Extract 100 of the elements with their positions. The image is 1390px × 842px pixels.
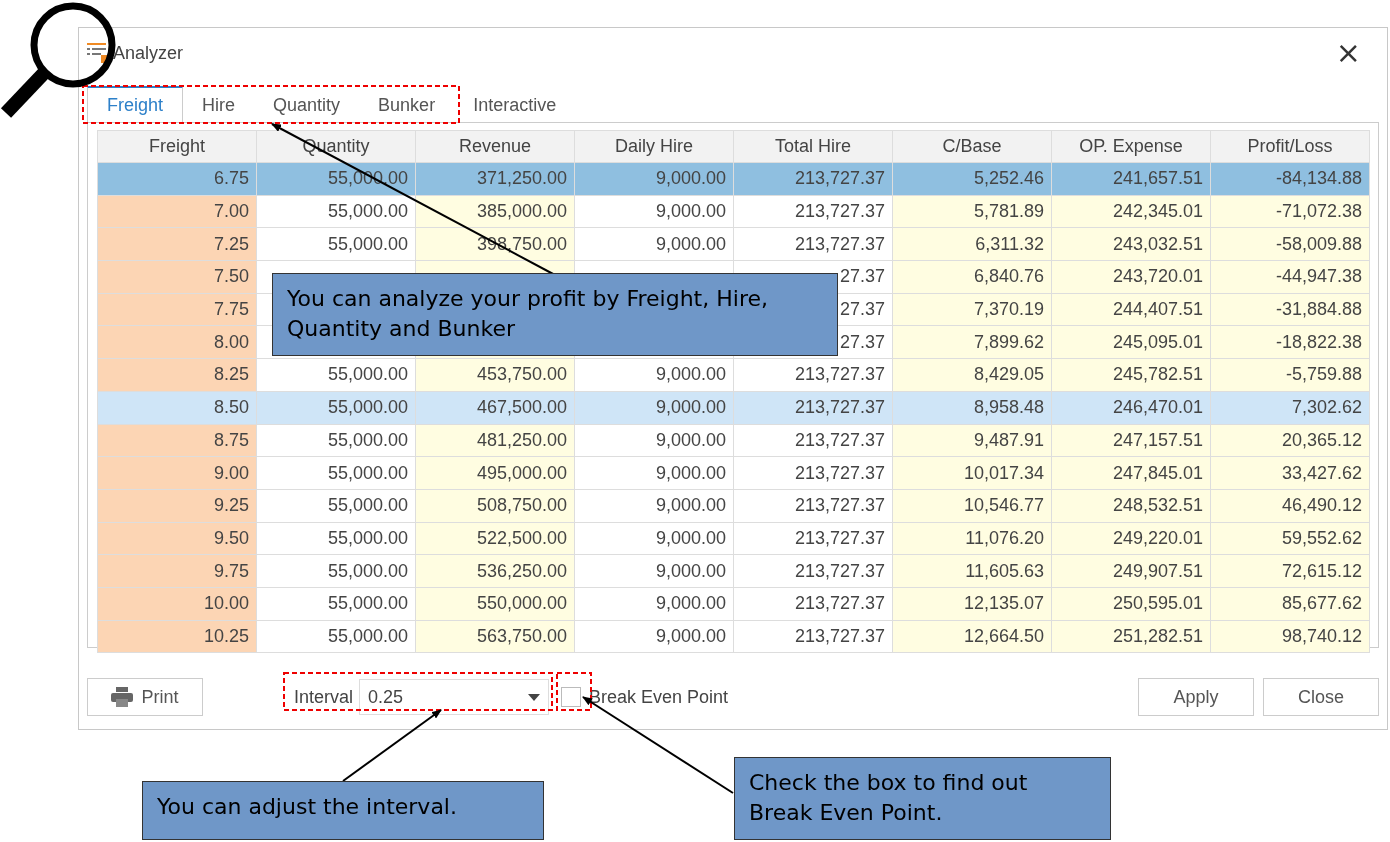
column-header: Profit/Loss xyxy=(1210,130,1370,163)
table-row[interactable]: 8.25 55,000.00 453,750.00 9,000.00 213,727.37 8,429.05 245,782.51 -5,759.88 xyxy=(97,358,1370,392)
table-cell: 467,500.00 xyxy=(415,391,575,424)
table-cell: 213,727.37 xyxy=(733,620,893,653)
table-cell: 247,845.01 xyxy=(1051,456,1211,490)
table-cell: 8,958.48 xyxy=(892,391,1052,424)
tab[interactable]: Freight xyxy=(87,86,184,122)
table-cell: 243,720.01 xyxy=(1051,260,1211,294)
table-cell: 213,727.37 xyxy=(733,554,893,588)
checkbox[interactable] xyxy=(561,687,582,707)
table-cell: 55,000.00 xyxy=(256,456,416,490)
column-header: Revenue xyxy=(415,130,575,163)
close-button[interactable]: × xyxy=(1331,38,1365,68)
table-cell: 9,000.00 xyxy=(574,227,734,261)
table-cell: 241,657.51 xyxy=(1051,162,1211,196)
table-cell: 55,000.00 xyxy=(256,424,416,457)
table-row[interactable]: 9.50 55,000.00 522,500.00 9,000.00 213,727.37 11,076.20 249,220.01 59,552.62 xyxy=(97,522,1370,555)
print-button[interactable]: Print xyxy=(87,678,203,716)
table-cell: 8.75 xyxy=(97,424,257,457)
table-cell: 245,782.51 xyxy=(1051,358,1211,392)
table-cell: 242,345.01 xyxy=(1051,195,1211,228)
apply-button[interactable]: Apply xyxy=(1138,678,1254,716)
table-row[interactable]: 8.50 55,000.00 467,500.00 9,000.00 213,727.37 8,958.48 246,470.01 7,302.62 xyxy=(97,391,1370,424)
table-cell: 213,727.37 xyxy=(733,587,893,621)
table-cell: 536,250.00 xyxy=(415,554,575,588)
table-cell: 55,000.00 xyxy=(256,227,416,261)
table-cell: 9,000.00 xyxy=(574,162,734,196)
table-row[interactable]: 7.00 55,000.00 385,000.00 9,000.00 213,727.37 5,781.89 242,345.01 -71,072.38 xyxy=(97,195,1370,228)
table-cell: 55,000.00 xyxy=(256,522,416,555)
tab[interactable]: Bunker xyxy=(359,86,455,122)
interval-dropdown[interactable]: 0.25 xyxy=(359,679,550,715)
table-cell: 55,000.00 xyxy=(256,358,416,392)
tab[interactable]: Interactive xyxy=(454,86,576,122)
callout-text: You can adjust the interval. xyxy=(157,794,457,819)
table-cell: 8.50 xyxy=(97,391,257,424)
table-cell: 250,595.01 xyxy=(1051,587,1211,621)
tab[interactable]: Hire xyxy=(183,86,255,122)
close-button[interactable]: Close xyxy=(1263,678,1379,716)
table-cell: 481,250.00 xyxy=(415,424,575,457)
table-cell: 9.25 xyxy=(97,489,257,523)
column-header: Total Hire xyxy=(733,130,893,163)
table-cell: 7.50 xyxy=(97,260,257,294)
table-cell: 59,552.62 xyxy=(1210,522,1370,555)
table-cell: 10,017.34 xyxy=(892,456,1052,490)
table-cell: 213,727.37 xyxy=(733,195,893,228)
table-cell: -71,072.38 xyxy=(1210,195,1370,228)
table-cell: 8.00 xyxy=(97,325,257,359)
column-header: Daily Hire xyxy=(574,130,734,163)
table-cell: 10.00 xyxy=(97,587,257,621)
table-row[interactable]: 9.25 55,000.00 508,750.00 9,000.00 213,727.37 10,546.77 248,532.51 46,490.12 xyxy=(97,489,1370,523)
table-cell: 55,000.00 xyxy=(256,391,416,424)
table-cell: 6.75 xyxy=(97,162,257,196)
table-cell: 55,000.00 xyxy=(256,554,416,588)
table-cell: 213,727.37 xyxy=(733,522,893,555)
table-cell: 12,664.50 xyxy=(892,620,1052,653)
table-cell: 213,727.37 xyxy=(733,456,893,490)
table-cell: -31,884.88 xyxy=(1210,293,1370,326)
table-cell: 9,000.00 xyxy=(574,391,734,424)
table-row[interactable]: 10.00 55,000.00 550,000.00 9,000.00 213,727.37 12,135.07 250,595.01 85,677.62 xyxy=(97,587,1370,621)
table-cell: 55,000.00 xyxy=(256,195,416,228)
table-cell: 246,470.01 xyxy=(1051,391,1211,424)
table-cell: 46,490.12 xyxy=(1210,489,1370,523)
table-cell: 243,032.51 xyxy=(1051,227,1211,261)
table-cell: 453,750.00 xyxy=(415,358,575,392)
table-cell: 10,546.77 xyxy=(892,489,1052,523)
table-cell: 9.50 xyxy=(97,522,257,555)
table-cell: 85,677.62 xyxy=(1210,587,1370,621)
table-cell: 550,000.00 xyxy=(415,587,575,621)
table-row[interactable]: 10.25 55,000.00 563,750.00 9,000.00 213,727.37 12,664.50 251,282.51 98,740.12 xyxy=(97,620,1370,653)
table-cell: 6,840.76 xyxy=(892,260,1052,294)
table-cell: 9,487.91 xyxy=(892,424,1052,457)
table-cell: -44,947.38 xyxy=(1210,260,1370,294)
table-cell: 247,157.51 xyxy=(1051,424,1211,457)
table-row[interactable]: 9.75 55,000.00 536,250.00 9,000.00 213,727.37 11,605.63 249,907.51 72,615.12 xyxy=(97,554,1370,588)
table-cell: 9.75 xyxy=(97,554,257,588)
table-cell: 10.25 xyxy=(97,620,257,653)
table-row[interactable]: 8.75 55,000.00 481,250.00 9,000.00 213,727.37 9,487.91 247,157.51 20,365.12 xyxy=(97,424,1370,457)
table-cell: 9.00 xyxy=(97,456,257,490)
table-cell: 245,095.01 xyxy=(1051,325,1211,359)
table-cell: 213,727.37 xyxy=(733,424,893,457)
table-cell: 8,429.05 xyxy=(892,358,1052,392)
interval-label: Interval xyxy=(293,686,355,708)
table-cell: 7,899.62 xyxy=(892,325,1052,359)
table-cell: 249,220.01 xyxy=(1051,522,1211,555)
table-cell: 9,000.00 xyxy=(574,554,734,588)
table-cell: 20,365.12 xyxy=(1210,424,1370,457)
table-cell: 244,407.51 xyxy=(1051,293,1211,326)
column-header: OP. Expense xyxy=(1051,130,1211,163)
column-header: C/Base xyxy=(892,130,1052,163)
table-cell: 8.25 xyxy=(97,358,257,392)
table-cell: 9,000.00 xyxy=(574,522,734,555)
table-row[interactable]: 9.00 55,000.00 495,000.00 9,000.00 213,727.37 10,017.34 247,845.01 33,427.62 xyxy=(97,456,1370,490)
table-cell: 9,000.00 xyxy=(574,456,734,490)
table-cell: 248,532.51 xyxy=(1051,489,1211,523)
callout-text: Check the box to find out Break Even Point. xyxy=(749,770,1028,825)
tab[interactable]: Quantity xyxy=(254,86,360,122)
table-cell: 98,740.12 xyxy=(1210,620,1370,653)
table-cell: 213,727.37 xyxy=(733,391,893,424)
table-cell: 11,605.63 xyxy=(892,554,1052,588)
table-cell: 213,727.37 xyxy=(733,489,893,523)
